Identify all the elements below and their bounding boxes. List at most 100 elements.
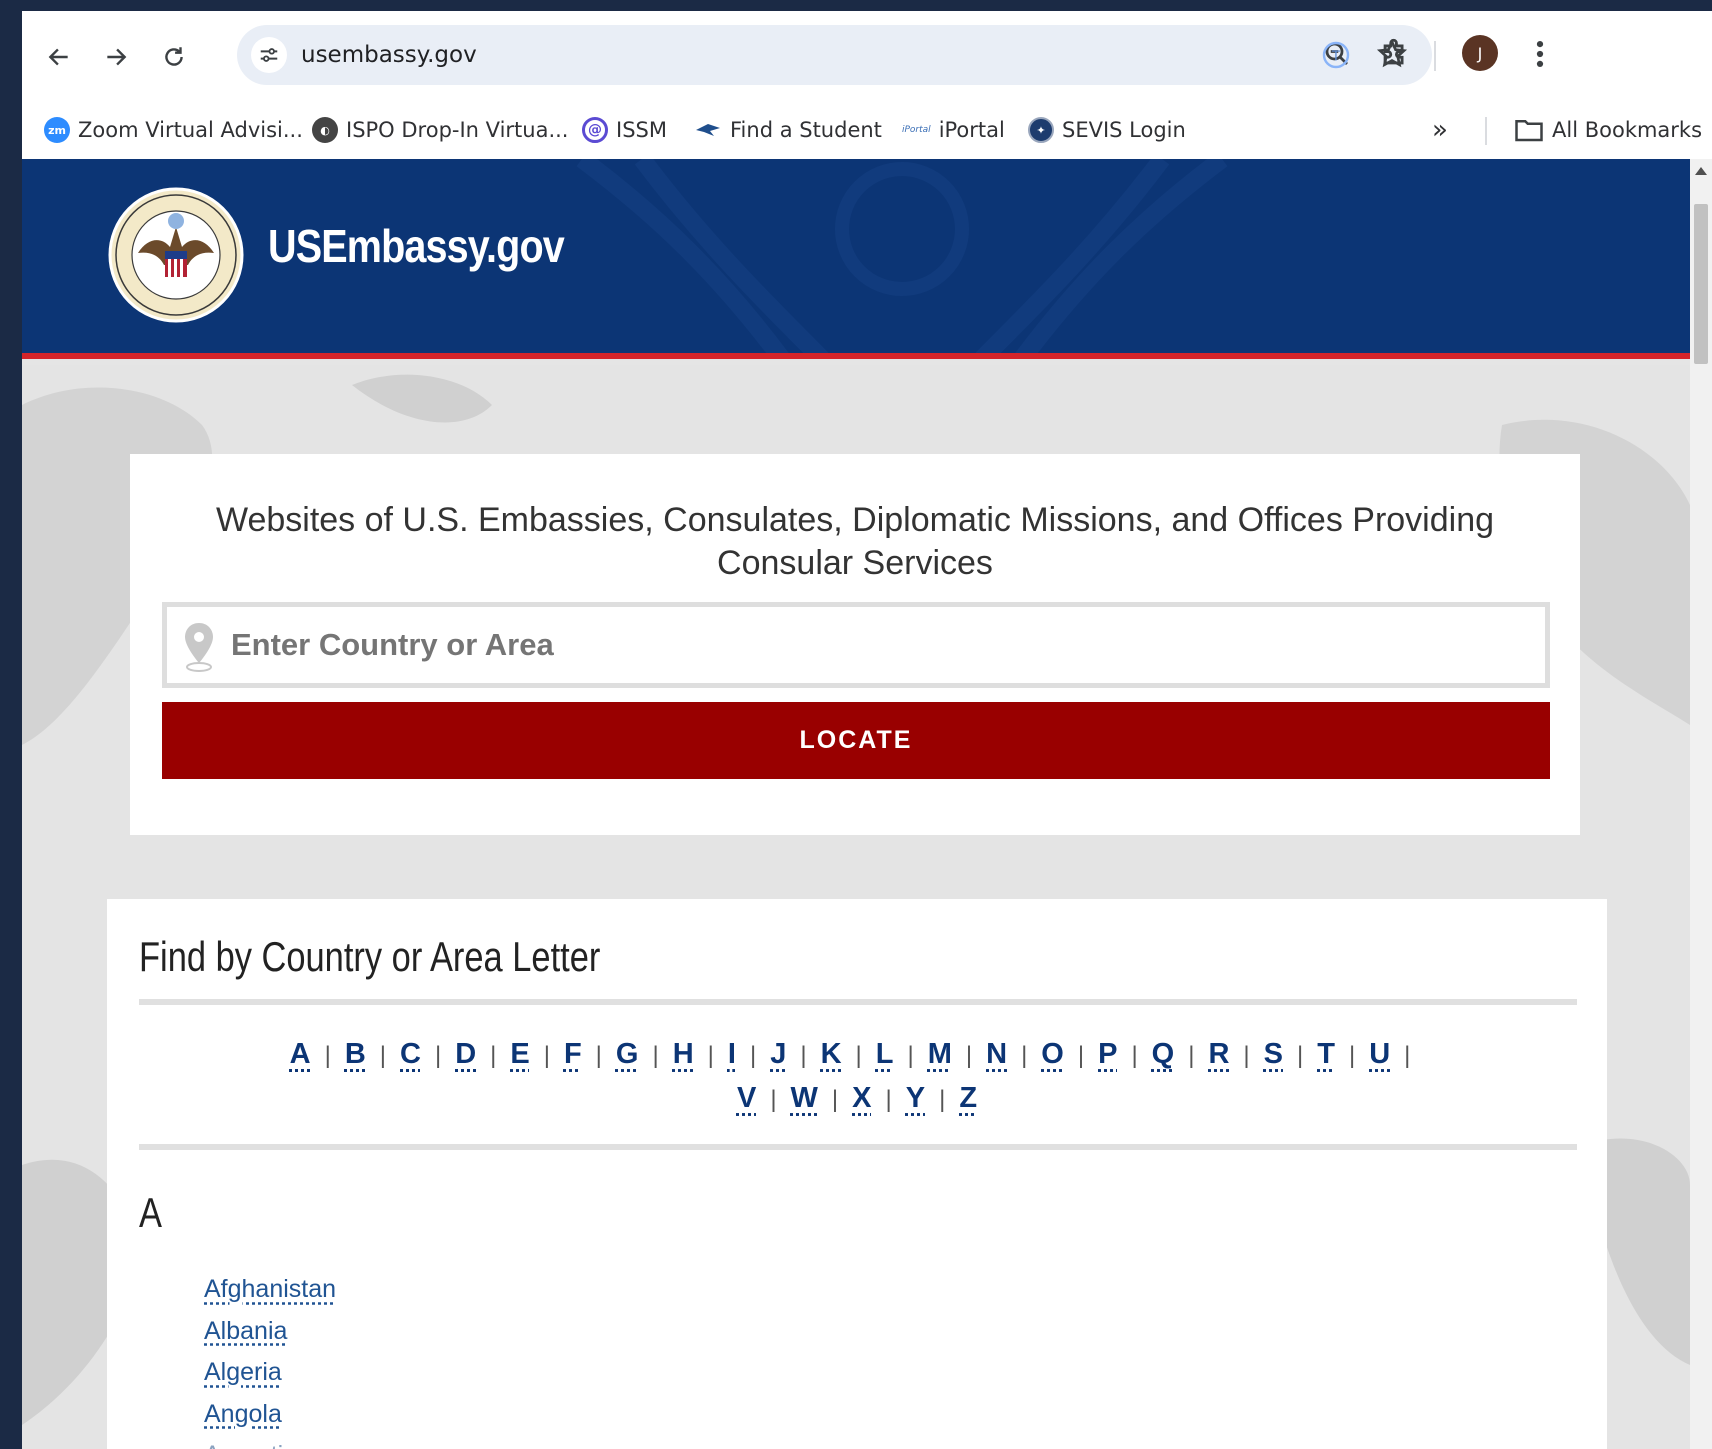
- bookmark-label: iPortal: [938, 118, 1005, 142]
- letter-separator: |: [1131, 1042, 1138, 1069]
- letter-link-v[interactable]: V: [737, 1082, 756, 1114]
- back-button[interactable]: [42, 40, 76, 74]
- letter-link-t[interactable]: T: [1317, 1038, 1335, 1070]
- list-item: Algeria: [204, 1352, 336, 1394]
- all-bookmarks-button[interactable]: All Bookmarks: [1514, 115, 1702, 145]
- letter-link-p[interactable]: P: [1098, 1038, 1117, 1070]
- letter-separator: |: [379, 1042, 386, 1069]
- letter-link-c[interactable]: C: [400, 1038, 421, 1070]
- letter-link-j[interactable]: J: [770, 1038, 786, 1070]
- search-heading: Websites of U.S. Embassies, Consulates, …: [215, 501, 1495, 582]
- letter-separator: |: [831, 1086, 839, 1113]
- bookmark-label: Find a Student: [730, 118, 882, 142]
- site-header: USEmbassy.gov: [22, 159, 1690, 359]
- letter-link-f[interactable]: F: [564, 1038, 582, 1070]
- country-search-box[interactable]: [162, 602, 1550, 688]
- letter-link-b[interactable]: B: [345, 1038, 366, 1070]
- bookmark-find-student[interactable]: Find a Student: [694, 115, 882, 145]
- letter-link-z[interactable]: Z: [959, 1082, 977, 1114]
- bookmark-label: ISSM: [616, 118, 667, 142]
- letter-separator: |: [855, 1042, 862, 1069]
- letter-link-e[interactable]: E: [510, 1038, 529, 1070]
- toolbar-divider: [1434, 41, 1436, 71]
- letter-link-l[interactable]: L: [876, 1038, 894, 1070]
- browser-menu-button[interactable]: [1530, 37, 1550, 76]
- country-search-input[interactable]: [231, 617, 1521, 673]
- forward-button[interactable]: [99, 40, 133, 74]
- country-list: Afghanistan Albania Algeria Angola Argen…: [204, 1269, 336, 1449]
- arrow-left-icon: [48, 48, 68, 66]
- letter-link-m[interactable]: M: [928, 1038, 952, 1070]
- bookmark-iportal[interactable]: iPortal iPortal: [902, 115, 1005, 145]
- country-link-angola[interactable]: Angola: [204, 1400, 282, 1428]
- bookmark-label: SEVIS Login: [1062, 118, 1186, 142]
- scroll-thumb[interactable]: [1694, 204, 1708, 364]
- bookmark-ispo[interactable]: ◐ ISPO Drop-In Virtua...: [312, 115, 568, 145]
- reload-button[interactable]: [157, 40, 191, 74]
- bookmark-issm[interactable]: @ ISSM: [582, 115, 667, 145]
- browser-toolbar: usembassy.gov T J: [22, 11, 1712, 101]
- letter-separator: |: [1077, 1042, 1085, 1069]
- letter-link-s[interactable]: S: [1264, 1038, 1283, 1070]
- letter-link-d[interactable]: D: [455, 1038, 476, 1070]
- list-item: Afghanistan: [204, 1269, 336, 1311]
- letter-link-i[interactable]: I: [728, 1038, 736, 1070]
- letter-link-y[interactable]: Y: [906, 1082, 925, 1114]
- bookmarks-overflow-button[interactable]: »: [1432, 115, 1448, 145]
- address-bar[interactable]: usembassy.gov: [237, 25, 1432, 85]
- bookmarks-bar: zm Zoom Virtual Advisi... ◐ ISPO Drop-In…: [22, 101, 1712, 159]
- puzzle-icon: [1383, 38, 1404, 65]
- site-title[interactable]: USEmbassy.gov: [268, 219, 565, 273]
- globe-icon: ◐: [312, 117, 338, 143]
- bird-icon: [696, 124, 720, 136]
- locate-button[interactable]: LOCATE: [162, 702, 1550, 779]
- translate-extension-button[interactable]: T: [1320, 39, 1352, 76]
- bookmark-label: ISPO Drop-In Virtua...: [346, 118, 569, 142]
- bookmark-zoom[interactable]: zm Zoom Virtual Advisi...: [44, 115, 303, 145]
- country-link-afghanistan[interactable]: Afghanistan: [204, 1275, 336, 1303]
- reload-icon: [165, 47, 183, 66]
- letter-separator: |: [965, 1042, 973, 1069]
- letter-separator: |: [434, 1042, 442, 1069]
- letter-separator: |: [1297, 1042, 1304, 1069]
- letter-link-k[interactable]: K: [821, 1038, 842, 1070]
- page-scrollbar[interactable]: [1690, 159, 1712, 1449]
- profile-avatar[interactable]: J: [1462, 35, 1498, 71]
- letter-link-o[interactable]: O: [1041, 1038, 1064, 1070]
- letter-separator: |: [1348, 1042, 1356, 1069]
- letter-link-r[interactable]: R: [1208, 1038, 1229, 1070]
- svg-text:T: T: [1331, 49, 1341, 64]
- list-item: Argentina: [204, 1435, 336, 1449]
- letter-separator: |: [800, 1042, 807, 1069]
- country-link-albania[interactable]: Albania: [204, 1317, 287, 1345]
- page-viewport: USEmbassy.gov Websites of U.S. Embassies…: [22, 159, 1690, 1449]
- letters-card: Find by Country or Area Letter A | B | C | D | E…: [107, 899, 1607, 1449]
- letter-link-g[interactable]: G: [616, 1038, 639, 1070]
- country-link-algeria[interactable]: Algeria: [204, 1358, 282, 1386]
- letter-link-x[interactable]: X: [852, 1082, 871, 1114]
- find-by-letter-heading: Find by Country or Area Letter: [139, 933, 601, 980]
- extensions-button[interactable]: [1378, 36, 1412, 75]
- bookmark-sevis[interactable]: ✦ SEVIS Login: [1028, 115, 1186, 145]
- letter-link-h[interactable]: H: [673, 1038, 694, 1070]
- url-text[interactable]: usembassy.gov: [301, 42, 477, 68]
- letter-separator: |: [324, 1042, 331, 1069]
- letter-link-w[interactable]: W: [791, 1082, 818, 1114]
- iportal-icon: iPortal: [902, 125, 931, 135]
- list-item: Angola: [204, 1394, 336, 1436]
- country-link-argentina[interactable]: Argentina: [204, 1441, 311, 1449]
- letter-separator: |: [749, 1042, 757, 1069]
- search-card: Websites of U.S. Embassies, Consulates, …: [130, 454, 1580, 835]
- letter-separator: |: [885, 1086, 892, 1113]
- letter-link-a[interactable]: A: [290, 1038, 311, 1070]
- zoom-icon: zm: [44, 117, 70, 143]
- letter-separator: |: [1188, 1042, 1195, 1069]
- letter-link-q[interactable]: Q: [1152, 1038, 1175, 1070]
- letter-link-u[interactable]: U: [1369, 1038, 1390, 1070]
- site-info-button[interactable]: [251, 37, 287, 73]
- letter-link-n[interactable]: N: [986, 1038, 1007, 1070]
- letter-navigation: A | B | C | D | E | F | G | H | I | J | K | L | M | N | O | P | Q | R | S | T |…: [177, 1033, 1537, 1121]
- scroll-up-arrow-icon[interactable]: [1695, 167, 1707, 175]
- letter-separator: |: [490, 1042, 497, 1069]
- letter-separator: |: [595, 1042, 602, 1069]
